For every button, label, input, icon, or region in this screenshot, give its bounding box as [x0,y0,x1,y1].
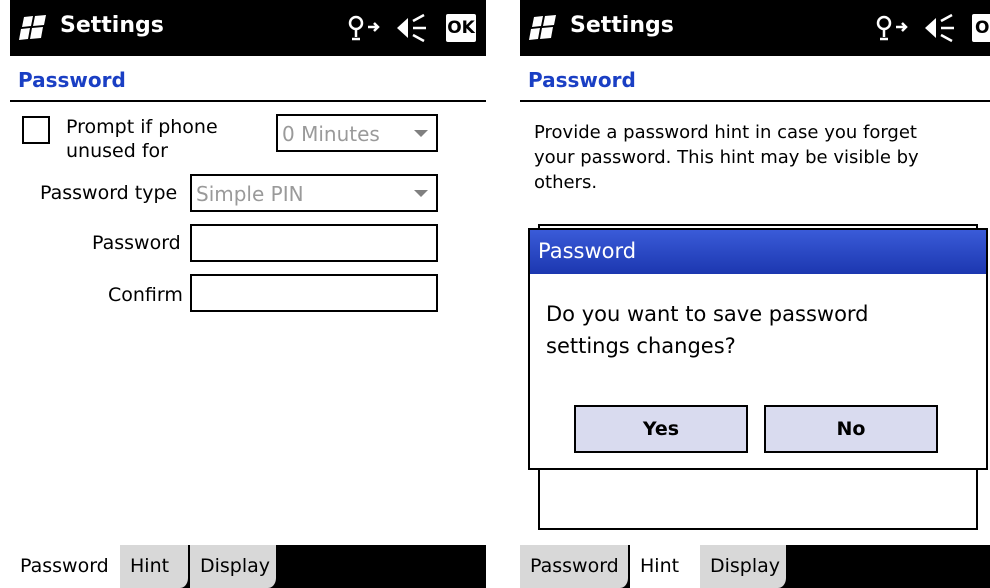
prompt-label-line2: unused for [66,140,168,162]
app-title: Settings [60,13,164,38]
windows-start-icon[interactable] [16,14,50,42]
section-title: Password [528,68,636,92]
hint-description-line1: Provide a password hint in case you forg… [534,122,917,143]
right-screen: Settings OK Password Provide a password … [520,0,990,588]
tab-hint[interactable]: Hint [630,545,700,588]
password-type-dropdown[interactable]: Simple PIN [190,174,438,212]
connectivity-icon[interactable] [346,13,386,43]
speaker-muted-icon[interactable] [394,13,430,43]
section-header: Password [10,58,486,102]
password-type-label: Password type [40,182,178,204]
ok-button[interactable]: OK [446,14,476,42]
confirm-label: Confirm [108,284,183,306]
section-title: Password [18,68,126,92]
chevron-down-icon [414,190,428,197]
title-bar: Settings OK [520,0,990,56]
hint-description-line3: others. [534,172,598,193]
password-form: Prompt if phone unused for 0 Minutes Pas… [10,102,486,545]
timeout-dropdown[interactable]: 0 Minutes [276,114,438,152]
tab-password[interactable]: Password [520,545,630,588]
tab-display[interactable]: Display [190,545,278,588]
prompt-label-line1: Prompt if phone [66,116,218,138]
save-confirm-dialog: Password Do you want to save password se… [528,228,988,470]
title-bar: Settings OK [10,0,486,56]
confirm-field[interactable] [190,274,438,312]
timeout-value: 0 Minutes [282,122,380,146]
hint-description-line2: your password. This hint may be visible … [534,147,919,168]
windows-start-icon[interactable] [526,14,560,42]
no-button[interactable]: No [764,405,938,453]
left-screen: Settings OK Password Prompt if phone unu… [10,0,486,588]
tab-display[interactable]: Display [700,545,788,588]
section-header: Password [520,58,990,102]
connectivity-icon[interactable] [874,13,914,43]
tab-bar: Password Hint Display [10,545,486,588]
hint-description: Provide a password hint in case you forg… [534,120,974,195]
dialog-title: Password [538,239,637,263]
tab-password[interactable]: Password [10,545,120,588]
dialog-message-line1: Do you want to save password [546,302,869,326]
yes-button[interactable]: Yes [574,405,748,453]
ok-button[interactable]: OK [972,14,990,42]
prompt-checkbox[interactable] [22,116,50,144]
dialog-message-line2: settings changes? [546,334,736,358]
tab-bar: Password Hint Display [520,545,990,588]
dialog-message: Do you want to save password settings ch… [546,298,966,362]
password-label: Password [92,232,181,254]
dialog-title-bar: Password [530,230,986,274]
chevron-down-icon [414,130,428,137]
speaker-muted-icon[interactable] [922,13,958,43]
password-field[interactable] [190,224,438,262]
app-title: Settings [570,13,674,38]
tab-hint[interactable]: Hint [120,545,190,588]
password-type-value: Simple PIN [196,182,304,206]
